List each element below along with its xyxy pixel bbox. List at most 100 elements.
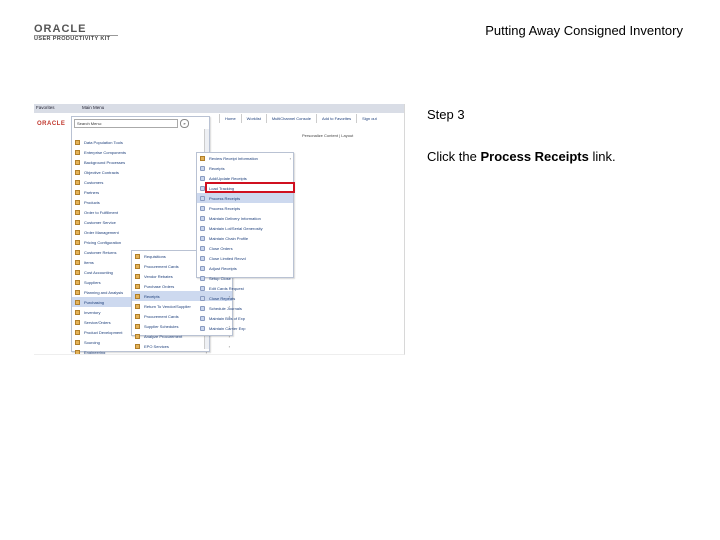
receipts-submenu-item-label: Close Limited Recvd [209, 255, 246, 261]
receipts-submenu-item[interactable]: Schedule Journals [197, 303, 293, 313]
receipts-submenu-item-label: Maintain Chain Profile [209, 235, 249, 241]
main-menu-item-label: Suppliers [84, 279, 101, 285]
receipts-submenu-item-label: Close Repeats [209, 295, 236, 301]
receipts-submenu-item-label: Adjust Receipts [209, 265, 237, 271]
main-menu-item[interactable]: Enterprise Components [72, 147, 209, 157]
folder-icon [75, 329, 80, 335]
purchasing-submenu-item-label: Receipts [144, 293, 160, 299]
main-menu-item-label: Sourcing [84, 339, 100, 345]
receipts-submenu-item[interactable]: Maintain Carrier Exp [197, 323, 293, 333]
document-icon [200, 275, 205, 281]
nav-multichannel[interactable]: MultiChannel Console [265, 114, 316, 123]
document-icon [200, 265, 205, 271]
receipts-submenu-item[interactable]: Adjust Receipts [197, 263, 293, 273]
main-menu-item[interactable]: Order Management› [72, 227, 209, 237]
personalize-link[interactable]: Personalize Content | Layout [302, 133, 353, 138]
document-icon [200, 195, 205, 201]
logo-oracle-text: ORACLE [34, 23, 87, 35]
main-menu-item-label: Partners [84, 189, 100, 195]
folder-icon [75, 349, 80, 354]
nav-add-favorites[interactable]: Add to Favorites [315, 114, 356, 123]
tab-main-menu[interactable]: Main Menu [82, 105, 104, 110]
purchasing-submenu-item-label: Requisitions [144, 253, 166, 259]
chevron-right-icon: › [228, 343, 230, 349]
receipts-submenu-item[interactable]: Close Limited Recvd [197, 253, 293, 263]
tab-favorites[interactable]: Favorites [36, 105, 55, 110]
folder-icon [75, 209, 80, 215]
receipts-submenu-item[interactable]: Receipts [197, 163, 293, 173]
main-menu-item[interactable]: Data Population Tools [72, 137, 209, 147]
document-icon [200, 165, 205, 171]
nav-sign-out[interactable]: Sign out [356, 114, 382, 123]
folder-icon [135, 263, 140, 269]
receipts-submenu-item-label: Process Receipts [209, 205, 241, 211]
main-menu-item[interactable]: Order to Fulfillment› [72, 207, 209, 217]
receipts-submenu-item-label: Maintain Carrier Exp [209, 325, 246, 331]
main-menu-item[interactable]: Products [72, 197, 209, 207]
main-menu-item[interactable]: Objective Contracts› [72, 167, 209, 177]
purchasing-submenu-item[interactable]: Buyer WorkCenter [132, 351, 232, 354]
main-menu-item-label: Enterprise Components [84, 149, 127, 155]
main-menu-item[interactable]: Pricing Configuration [72, 237, 209, 247]
purchasing-submenu-item-label: Procurement Cards [144, 263, 179, 269]
purchasing-submenu-item[interactable]: EPO Services › [132, 341, 232, 351]
folder-icon [75, 199, 80, 205]
receipts-submenu-item-label: Process Receipts [209, 195, 241, 201]
main-menu-item-label: Inventory [84, 309, 101, 315]
receipts-submenu-item[interactable]: Review Receipt Information › [197, 153, 293, 163]
main-menu-item[interactable]: Partners [72, 187, 209, 197]
main-menu-item-label: Purchasing [84, 299, 105, 305]
main-menu-item-label: Engineering [84, 349, 106, 355]
folder-icon [75, 269, 80, 275]
folder-icon [135, 323, 140, 329]
main-menu-item[interactable]: Background Processes› [72, 157, 209, 167]
chevron-right-icon: › [228, 333, 230, 339]
folder-icon [75, 239, 80, 245]
purchasing-submenu-item-label: Analyze Procurement [144, 333, 183, 339]
receipts-submenu-item-label: Close Orders [209, 245, 233, 251]
main-menu-item-label: Customer Service [84, 219, 116, 225]
receipts-submenu-item[interactable]: Maintain Delivery Information [197, 213, 293, 223]
receipts-submenu-item[interactable]: Process Receipts [197, 193, 293, 203]
purchasing-submenu-item-label: Return To Vendor/Supplier [144, 303, 191, 309]
receipts-submenu-item[interactable]: Edit Cards Request [197, 283, 293, 293]
main-menu-item[interactable]: Customer Service [72, 217, 209, 227]
oracle-mini-logo: ORACLE [37, 121, 66, 127]
main-menu-item[interactable]: Customers [72, 177, 209, 187]
folder-icon [75, 219, 80, 225]
document-icon [200, 225, 205, 231]
document-icon [200, 255, 205, 261]
receipts-submenu-item-label: Receipts [209, 165, 225, 171]
main-menu-item-label: Data Population Tools [84, 139, 123, 145]
chevron-right-icon: › [289, 155, 291, 161]
main-menu-item-label: Planning and Analysis [84, 289, 124, 295]
folder-icon [75, 259, 80, 265]
search-go-button[interactable]: » [180, 119, 189, 128]
receipts-submenu-item[interactable]: Close Orders [197, 243, 293, 253]
nav-home[interactable]: Home [219, 114, 241, 123]
oracle-upk-logo: ORACLE USER PRODUCTIVITY KIT [34, 24, 124, 46]
receipts-submenu-item-label: Add/Update Receipts [209, 175, 247, 181]
folder-icon [75, 159, 80, 165]
receipts-submenu-item[interactable]: Setup Close [197, 273, 293, 283]
purchasing-submenu-item-label: Vendor Rebates [144, 273, 173, 279]
receipts-submenu-item[interactable]: Maintain Chain Profile [197, 233, 293, 243]
document-icon [200, 215, 205, 221]
main-menu-item-label: Customers [84, 179, 104, 185]
receipts-submenu-item[interactable]: Maintain Lot/Serial Generosity [197, 223, 293, 233]
main-menu-item-label: Background Processes [84, 159, 126, 165]
search-menu-input[interactable]: Search Menu: [74, 119, 178, 128]
folder-icon [75, 289, 80, 295]
receipts-submenu-item[interactable]: Maintain Bills of Exp [197, 313, 293, 323]
document-icon [200, 305, 205, 311]
folder-icon [135, 343, 140, 349]
main-menu-item-label: Products [84, 199, 100, 205]
nav-worklist[interactable]: Worklist [240, 114, 266, 123]
receipts-submenu-item[interactable]: Close Repeats [197, 293, 293, 303]
document-icon [200, 285, 205, 291]
receipts-submenu-item[interactable]: Process Receipts [197, 203, 293, 213]
document-icon [200, 315, 205, 321]
folder-icon [135, 333, 140, 339]
instruction-prefix: Click the [427, 149, 481, 164]
folder-icon [135, 283, 140, 289]
